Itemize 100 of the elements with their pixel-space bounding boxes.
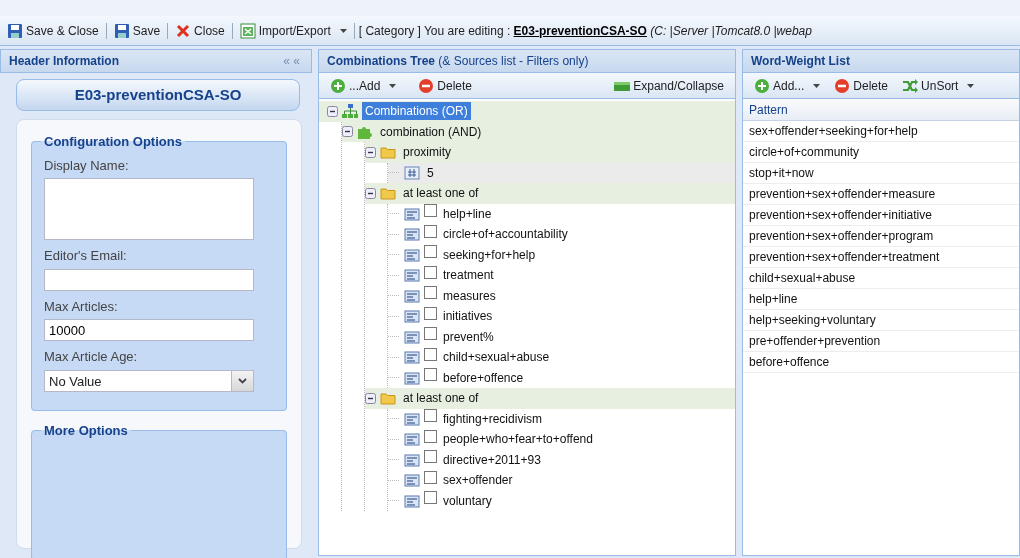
chevron-down-icon (238, 377, 247, 384)
field-label: Max Article Age: (44, 348, 139, 366)
folder-icon (379, 390, 397, 407)
add-icon (330, 77, 346, 94)
list-item-icon (403, 226, 421, 243)
delete-icon (418, 77, 435, 94)
toggle-icon[interactable] (342, 126, 353, 138)
table-cell: pre+offender+prevention (743, 331, 1019, 352)
add-icon (754, 77, 770, 94)
list-item-icon (403, 369, 421, 386)
toolbar-button[interactable]: Delete (831, 75, 892, 96)
checkbox[interactable] (424, 491, 437, 505)
list-item-icon (403, 472, 421, 489)
select-field[interactable]: No Value (44, 369, 254, 392)
fieldset-legend: Configuration Options (41, 132, 185, 152)
list-item-icon (403, 349, 421, 366)
field-label: Editor's Email: (44, 247, 128, 265)
checkbox[interactable] (424, 224, 437, 238)
name-button[interactable]: E03-preventionCSA-SO (16, 79, 300, 111)
checkbox[interactable] (424, 306, 437, 320)
toggle-icon[interactable] (327, 105, 338, 117)
panel-title: Word-Weight List (751, 53, 850, 70)
input-field[interactable]: 10000 (44, 319, 254, 341)
editing-path-text: [ Category ] You are editing : E03-preventionCSA-SO (C: |Server |Tomcat8.0 |webap (358, 22, 812, 40)
table-cell: child+sexual+abuse (743, 268, 1019, 289)
panel-title: Header Information (9, 53, 119, 70)
list-item-icon (403, 492, 421, 509)
list-item-icon (403, 451, 421, 468)
tree-node[interactable]: people+who+fear+to+offend (440, 430, 596, 449)
table-cell: before+offence (743, 352, 1019, 373)
list-item-icon (403, 287, 421, 304)
toolbar-button[interactable]: Delete (415, 75, 476, 96)
toolbar-button[interactable]: ...Add (327, 75, 400, 96)
folder-icon (379, 185, 397, 202)
tree-node[interactable]: child+sexual+abuse (440, 348, 553, 367)
toolbar-button[interactable]: Expand/Collapse (611, 75, 727, 96)
list-item-icon (403, 308, 421, 325)
toolbar-button[interactable]: Add... (751, 75, 824, 96)
list-item-icon (403, 431, 421, 448)
tree-node[interactable]: treatment (440, 266, 497, 285)
checkbox[interactable] (424, 409, 437, 423)
toggle-icon[interactable] (365, 146, 376, 158)
tree-node[interactable]: proximity (400, 143, 454, 162)
tree-node[interactable]: Combinations (OR) (362, 102, 471, 121)
table-cell: prevention+sex+offender+program (743, 226, 1019, 247)
panel-title: Combinations Tree (& Sources list - Filters only) (327, 53, 589, 70)
toggle-icon[interactable] (365, 392, 376, 404)
delete-icon (834, 77, 851, 94)
list-item-icon (403, 267, 421, 284)
tree-node[interactable]: 5 (424, 163, 437, 182)
table-cell: prevention+sex+offender+initiative (743, 205, 1019, 226)
table-cell: help+seeking+voluntary (743, 310, 1019, 331)
checkbox[interactable] (424, 286, 437, 300)
close-icon (175, 22, 192, 39)
dropdown-button[interactable] (231, 370, 253, 391)
column-header[interactable]: Pattern (743, 99, 1019, 121)
toolbar-button[interactable]: Close (172, 20, 228, 41)
input-field[interactable] (44, 268, 254, 291)
tree-node[interactable]: prevent% (440, 327, 497, 346)
tree-node[interactable]: sex+offender (440, 471, 516, 490)
toolbar-button[interactable]: Import/Export (236, 20, 350, 41)
checkbox[interactable] (424, 245, 437, 259)
list-item-icon (403, 246, 421, 263)
toolbar-button[interactable]: Save & Close (4, 20, 102, 41)
toolbar-button[interactable]: Save (110, 20, 164, 41)
table-cell: prevention+sex+offender+measure (743, 184, 1019, 205)
toggle-icon[interactable] (365, 187, 376, 199)
tree-node[interactable]: measures (440, 286, 499, 305)
tree-node[interactable]: initiatives (440, 307, 496, 326)
tree-node[interactable]: seeking+for+help (440, 245, 539, 264)
fieldset-legend: More Options (41, 420, 131, 440)
table-cell: prevention+sex+offender+treatment (743, 247, 1019, 268)
list-item-icon (403, 328, 421, 345)
checkbox[interactable] (424, 450, 437, 464)
table-cell: help+line (743, 289, 1019, 310)
checkbox[interactable] (424, 347, 437, 361)
tree-node[interactable]: fighting+recidivism (440, 409, 546, 428)
tree-node[interactable]: directive+2011+93 (440, 450, 544, 469)
list-item-icon (403, 205, 421, 222)
spreadsheet-icon (239, 22, 256, 39)
hierarchy-icon (341, 103, 359, 120)
tree-node[interactable]: help+line (440, 204, 495, 223)
table-cell: sex+offender+seeking+for+help (743, 121, 1019, 142)
table-cell: circle+of+community (743, 142, 1019, 163)
table-cell: stop+it+now (743, 163, 1019, 184)
tree-node[interactable]: voluntary (440, 491, 495, 510)
checkbox[interactable] (424, 327, 437, 341)
folder-icon (379, 144, 397, 161)
shuffle-icon (902, 77, 919, 94)
field-label: Display Name: (44, 156, 130, 175)
field-label: Max Articles: (44, 297, 119, 316)
checkbox[interactable] (424, 470, 437, 484)
tree-node[interactable]: before+offence (440, 368, 527, 387)
toolbar-button[interactable]: UnSort (899, 75, 978, 96)
checkbox[interactable] (424, 429, 437, 443)
checkbox[interactable] (424, 204, 437, 218)
checkbox[interactable] (424, 265, 437, 279)
tree-node[interactable]: circle+of+accountability (440, 225, 571, 244)
checkbox[interactable] (424, 368, 437, 382)
list-item-icon (403, 410, 421, 427)
